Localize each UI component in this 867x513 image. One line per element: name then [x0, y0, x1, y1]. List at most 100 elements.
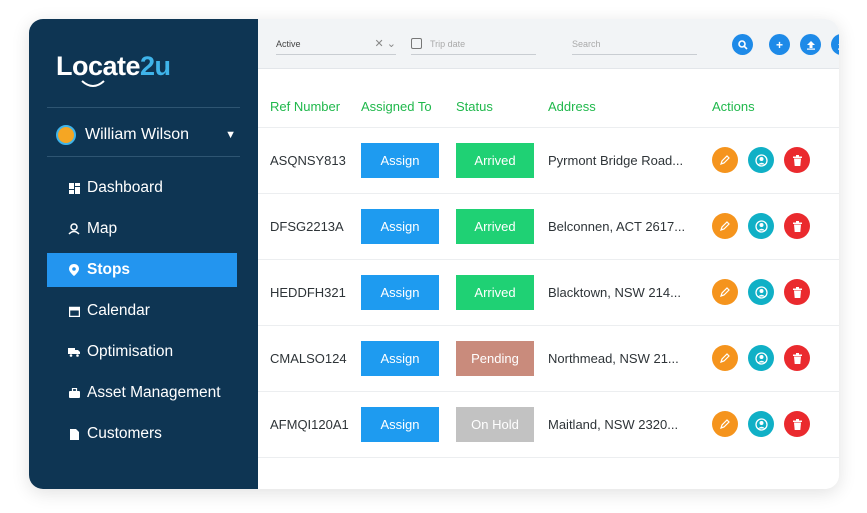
column-header-status[interactable]: Status — [456, 87, 548, 128]
sidebar-item-label: Stops — [87, 261, 131, 278]
dashboard-icon — [68, 182, 80, 194]
document-icon — [68, 428, 80, 440]
address: Blacktown, NSW 214... — [548, 259, 712, 326]
view-button[interactable] — [748, 345, 774, 371]
calendar-icon — [68, 305, 80, 317]
trash-icon — [792, 418, 802, 430]
table-row: CMALSO124 Assign Pending Northmead, NSW … — [258, 325, 839, 392]
trash-icon — [792, 286, 802, 298]
download-button[interactable] — [831, 34, 839, 55]
status-filter-value: Active — [276, 38, 301, 49]
edit-button[interactable] — [712, 279, 738, 305]
status-badge: Arrived — [456, 274, 534, 310]
divider — [47, 107, 240, 108]
search-input[interactable]: Search — [572, 33, 697, 55]
toolbar: Active ✕ ⌄ Trip date Search + — [258, 19, 839, 69]
column-header-actions: Actions — [712, 87, 839, 128]
edit-button[interactable] — [712, 147, 738, 173]
sidebar-item-asset-management[interactable]: Asset Management — [47, 376, 237, 410]
search-button[interactable] — [732, 34, 753, 55]
sidebar-item-label: Optimisation — [87, 343, 174, 360]
location-pin-icon — [68, 264, 80, 276]
briefcase-icon — [68, 387, 80, 399]
column-header-address[interactable]: Address — [548, 87, 712, 128]
view-button[interactable] — [748, 279, 774, 305]
sidebar-item-label: Dashboard — [87, 179, 163, 196]
user-circle-icon — [754, 351, 768, 365]
user-menu[interactable]: William Wilson ▼ — [56, 122, 236, 148]
download-icon — [837, 43, 839, 50]
ref-number: DFSG2213A — [258, 193, 361, 260]
sidebar-item-map[interactable]: Map — [47, 212, 237, 246]
sidebar-item-stops[interactable]: Stops — [47, 253, 237, 287]
view-button[interactable] — [748, 411, 774, 437]
assign-button[interactable]: Assign — [361, 274, 439, 310]
pencil-icon — [720, 155, 730, 165]
delete-button[interactable] — [784, 411, 810, 437]
divider — [47, 156, 240, 157]
user-name: William Wilson — [85, 126, 189, 143]
user-circle-icon — [754, 153, 768, 167]
column-header-assigned[interactable]: Assigned To — [361, 87, 456, 128]
sidebar-item-customers[interactable]: Customers — [47, 417, 237, 451]
pencil-icon — [720, 353, 730, 363]
pencil-icon — [720, 221, 730, 231]
trash-icon — [792, 220, 802, 232]
delete-button[interactable] — [784, 279, 810, 305]
clear-icon[interactable]: ✕ ⌄ — [375, 37, 397, 50]
ref-number: CMALSO124 — [258, 325, 361, 392]
delete-button[interactable] — [784, 345, 810, 371]
sidebar-item-label: Asset Management — [87, 384, 221, 401]
assign-button[interactable]: Assign — [361, 406, 439, 442]
ref-number: AFMQI120A1 — [258, 391, 361, 458]
status-filter-select[interactable]: Active ✕ ⌄ — [276, 33, 396, 55]
ref-number: ASQNSY813 — [258, 127, 361, 194]
status-badge: Arrived — [456, 142, 534, 178]
status-badge: Arrived — [456, 208, 534, 244]
sidebar-item-label: Customers — [87, 425, 162, 442]
user-circle-icon — [754, 417, 768, 431]
main-panel: Active ✕ ⌄ Trip date Search + Ref Number… — [258, 19, 839, 489]
sidebar-item-label: Calendar — [87, 302, 150, 319]
trash-icon — [792, 352, 802, 364]
add-icon: + — [775, 37, 783, 52]
address: Maitland, NSW 2320... — [548, 391, 712, 458]
status-badge: On Hold — [456, 406, 534, 442]
table-row: AFMQI120A1 Assign On Hold Maitland, NSW … — [258, 391, 839, 458]
truck-icon — [68, 346, 80, 358]
address: Belconnen, ACT 2617... — [548, 193, 712, 260]
sidebar-item-calendar[interactable]: Calendar — [47, 294, 237, 328]
table-row: ASQNSY813 Assign Arrived Pyrmont Bridge … — [258, 127, 839, 194]
add-button[interactable]: + — [769, 34, 790, 55]
address: Northmead, NSW 21... — [548, 325, 712, 392]
assign-button[interactable]: Assign — [361, 340, 439, 376]
edit-button[interactable] — [712, 213, 738, 239]
assign-button[interactable]: Assign — [361, 208, 439, 244]
edit-button[interactable] — [712, 345, 738, 371]
address: Pyrmont Bridge Road... — [548, 127, 712, 194]
assign-button[interactable]: Assign — [361, 142, 439, 178]
table-row: HEDDFH321 Assign Arrived Blacktown, NSW … — [258, 259, 839, 326]
upload-icon — [806, 40, 815, 50]
view-button[interactable] — [748, 147, 774, 173]
delete-button[interactable] — [784, 213, 810, 239]
sidebar-item-dashboard[interactable]: Dashboard — [47, 171, 237, 205]
ref-number: HEDDFH321 — [258, 259, 361, 326]
delete-button[interactable] — [784, 147, 810, 173]
column-header-ref[interactable]: Ref Number — [258, 87, 361, 128]
view-button[interactable] — [748, 213, 774, 239]
edit-button[interactable] — [712, 411, 738, 437]
logo: Locate2u — [56, 51, 196, 87]
calendar-icon — [411, 38, 422, 49]
trip-date-placeholder: Trip date — [430, 38, 466, 49]
user-circle-icon — [754, 219, 768, 233]
sidebar-item-optimisation[interactable]: Optimisation — [47, 335, 237, 369]
trip-date-input[interactable]: Trip date — [411, 33, 536, 55]
stops-table: Ref Number Assigned To Status Address Ac… — [258, 87, 839, 458]
upload-button[interactable] — [800, 34, 821, 55]
trash-icon — [792, 154, 802, 166]
caret-down-icon: ▼ — [225, 129, 236, 141]
pencil-icon — [720, 287, 730, 297]
pencil-icon — [720, 419, 730, 429]
user-circle-icon — [754, 285, 768, 299]
